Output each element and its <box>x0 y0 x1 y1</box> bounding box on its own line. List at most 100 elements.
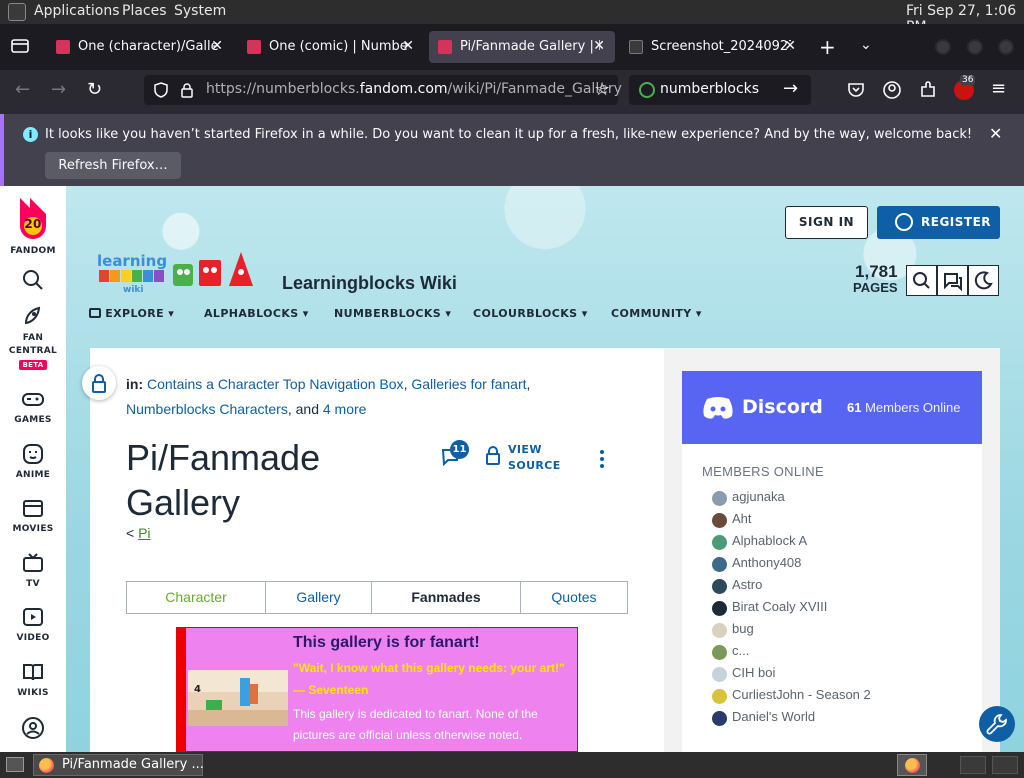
fandom-search[interactable] <box>0 268 66 296</box>
discussions-button[interactable] <box>937 265 968 296</box>
comments-button[interactable]: 11 <box>440 440 469 468</box>
url-bar[interactable]: https://numberblocks.fandom.com/wiki/Pi/… <box>144 75 622 105</box>
places-menu[interactable]: Places <box>122 3 167 19</box>
padlock-icon[interactable] <box>180 82 194 98</box>
search-bar[interactable]: numberblocks → <box>629 75 811 105</box>
show-desktop-icon[interactable] <box>6 757 24 772</box>
beta-badge: BETA <box>18 360 48 370</box>
bookmark-star-icon[interactable]: ☆ <box>594 79 610 100</box>
tab-pi-fanmade-gallery[interactable]: Pi/Fanmade Gallery | L ✕ <box>429 31 615 63</box>
fandom-global-navigation: 20 FANDOM FAN CENTRAL BETA GAMES ANIME M… <box>0 186 66 752</box>
close-tab-icon[interactable]: ✕ <box>402 38 414 54</box>
close-window-icon[interactable] <box>998 39 1014 55</box>
notice-heading: This gallery is for fanart! <box>293 634 480 651</box>
workspace-switcher-active[interactable] <box>897 754 927 776</box>
tab-fanmades[interactable]: Fanmades <box>372 582 521 613</box>
wiki-name[interactable]: Learningblocks Wiki <box>282 273 457 294</box>
member-avatar <box>712 623 727 638</box>
workspace-switcher[interactable] <box>960 756 986 774</box>
games-link[interactable]: GAMES <box>0 387 66 425</box>
user-avatar-icon <box>22 717 44 739</box>
anime-link[interactable]: ANIME <box>0 442 66 480</box>
sign-in-button[interactable]: SIGN IN <box>785 206 868 239</box>
image-favicon-icon <box>629 40 643 54</box>
minimize-window-icon[interactable] <box>935 39 951 55</box>
more-actions-kebab-icon[interactable] <box>600 450 606 468</box>
user-account-link[interactable] <box>0 716 66 744</box>
taskbar-window-title: Pi/Fanmade Gallery ... <box>62 757 204 772</box>
theme-toggle-button[interactable] <box>968 265 999 296</box>
system-top-panel: Applications Places System Fri Sep 27, 1… <box>0 0 1024 35</box>
new-tab-plus-icon[interactable]: + <box>819 35 836 59</box>
nav-explore[interactable]: EXPLORE ▾ <box>89 307 174 320</box>
category-link[interactable]: Contains a Character Top Navigation Box <box>147 376 404 392</box>
member-avatar <box>712 601 727 616</box>
fandom-home-link[interactable]: 20 FANDOM <box>0 196 66 256</box>
fandom-favicon-icon <box>438 40 452 54</box>
movies-link[interactable]: MOVIES <box>0 496 66 534</box>
more-categories-link[interactable]: 4 more <box>323 401 367 417</box>
list-all-tabs-chevron-icon[interactable]: ⌄ <box>860 37 872 53</box>
nav-numberblocks[interactable]: NUMBERBLOCKS ▾ <box>334 307 451 320</box>
moon-icon <box>974 271 993 290</box>
pocket-icon[interactable] <box>846 80 866 100</box>
workspace-switcher[interactable] <box>992 756 1018 774</box>
discord-header[interactable]: Discord 61 Members Online <box>682 371 982 444</box>
tab-screenshot[interactable]: Screenshot_20240927 ✕ <box>620 31 806 63</box>
reload-icon[interactable]: ↻ <box>87 79 102 100</box>
refresh-firefox-button[interactable]: Refresh Firefox… <box>45 152 181 179</box>
close-tab-icon[interactable]: ✕ <box>593 38 605 54</box>
nav-alphablocks[interactable]: ALPHABLOCKS ▾ <box>204 307 309 320</box>
extensions-puzzle-icon[interactable] <box>918 80 938 100</box>
tab-title: Pi/Fanmade Gallery | L <box>460 39 600 54</box>
back-arrow-icon[interactable]: ← <box>15 79 30 100</box>
close-tab-icon[interactable]: ✕ <box>784 38 796 54</box>
wikis-link[interactable]: WIKIS <box>0 660 66 698</box>
terminal-launcher-icon[interactable] <box>8 3 26 21</box>
maximize-window-icon[interactable] <box>967 39 983 55</box>
anime-face-icon <box>23 444 43 464</box>
fandom-label: FANDOM <box>10 246 56 256</box>
tab-title: Screenshot_20240927 <box>651 39 791 54</box>
view-source-button[interactable]: VIEW SOURCE <box>485 443 560 472</box>
tracking-shield-icon[interactable] <box>152 81 170 99</box>
wiki-search-button[interactable] <box>906 265 937 296</box>
rocket-icon <box>24 306 41 325</box>
category-link[interactable]: Galleries for fanart <box>411 376 526 392</box>
parent-page-breadcrumb: < Pi <box>126 525 151 541</box>
tv-link[interactable]: TV <box>0 551 66 589</box>
nav-colourblocks[interactable]: COLOURBLOCKS ▾ <box>473 307 588 320</box>
tab-one-character-gallery[interactable]: One (character)/Galler ✕ <box>47 31 233 63</box>
parent-page-link[interactable]: Pi <box>138 525 150 541</box>
play-icon <box>23 608 43 626</box>
app-menu-hamburger-icon[interactable]: ≡ <box>991 78 1006 99</box>
category-link[interactable]: Numberblocks Characters <box>126 401 288 417</box>
firefox-view-icon[interactable] <box>10 36 30 56</box>
forward-arrow-icon[interactable]: → <box>51 79 66 100</box>
tab-gallery[interactable]: Gallery <box>266 582 372 613</box>
nav-community[interactable]: COMMUNITY ▾ <box>611 307 702 320</box>
fan-central-label: FAN CENTRAL <box>8 333 58 356</box>
account-icon[interactable] <box>882 80 902 100</box>
video-link[interactable]: VIDEO <box>0 605 66 643</box>
close-tab-icon[interactable]: ✕ <box>211 38 223 54</box>
wiki-logo[interactable]: learning wiki <box>95 250 263 296</box>
tab-quotes[interactable]: Quotes <box>521 582 627 613</box>
protected-page-lock[interactable] <box>82 366 116 400</box>
close-notification-icon[interactable]: ✕ <box>989 124 1002 143</box>
lock-icon <box>486 446 500 465</box>
applications-menu[interactable]: Applications <box>34 3 120 19</box>
online-count: 61 Members Online <box>847 400 961 415</box>
tab-one-comic[interactable]: One (comic) | Numbert ✕ <box>238 31 424 63</box>
comment-count-badge: 11 <box>450 440 469 459</box>
system-menu[interactable]: System <box>174 3 226 19</box>
register-button[interactable]: REGISTER <box>877 206 1000 239</box>
search-input[interactable]: numberblocks <box>660 81 759 97</box>
search-go-arrow-icon[interactable]: → <box>783 78 798 99</box>
tab-character[interactable]: Character <box>127 582 266 613</box>
fan-central-link[interactable]: FAN CENTRAL BETA <box>0 304 66 370</box>
page-tools-button[interactable] <box>979 706 1015 742</box>
video-label: VIDEO <box>16 633 50 643</box>
notice-thumbnail-image[interactable]: 4 <box>188 670 288 726</box>
taskbar-window-button[interactable]: Pi/Fanmade Gallery ... <box>33 754 204 776</box>
